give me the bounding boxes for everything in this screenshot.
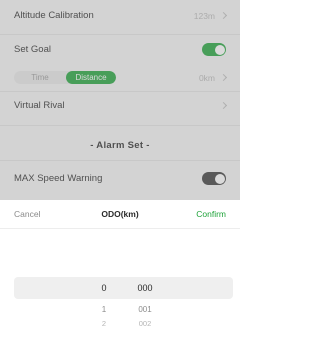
- picker-left-option[interactable]: 1: [98, 305, 110, 314]
- odo-picker-sheet: Cancel ODO(km) Confirm 0 1 2 000 001 002: [0, 200, 240, 343]
- picker-left-option[interactable]: 2: [98, 319, 110, 328]
- modal-overlay[interactable]: [0, 0, 240, 200]
- picker-right-option[interactable]: 001: [130, 305, 160, 314]
- cancel-button[interactable]: Cancel: [14, 209, 40, 219]
- picker-right-option[interactable]: 002: [130, 319, 160, 328]
- confirm-button[interactable]: Confirm: [196, 209, 226, 219]
- picker-selection-band: [14, 277, 233, 299]
- picker-header: Cancel ODO(km) Confirm: [0, 200, 240, 228]
- picker-right-selected[interactable]: 000: [130, 283, 160, 293]
- divider: [0, 228, 240, 229]
- picker-left-selected[interactable]: 0: [98, 283, 110, 293]
